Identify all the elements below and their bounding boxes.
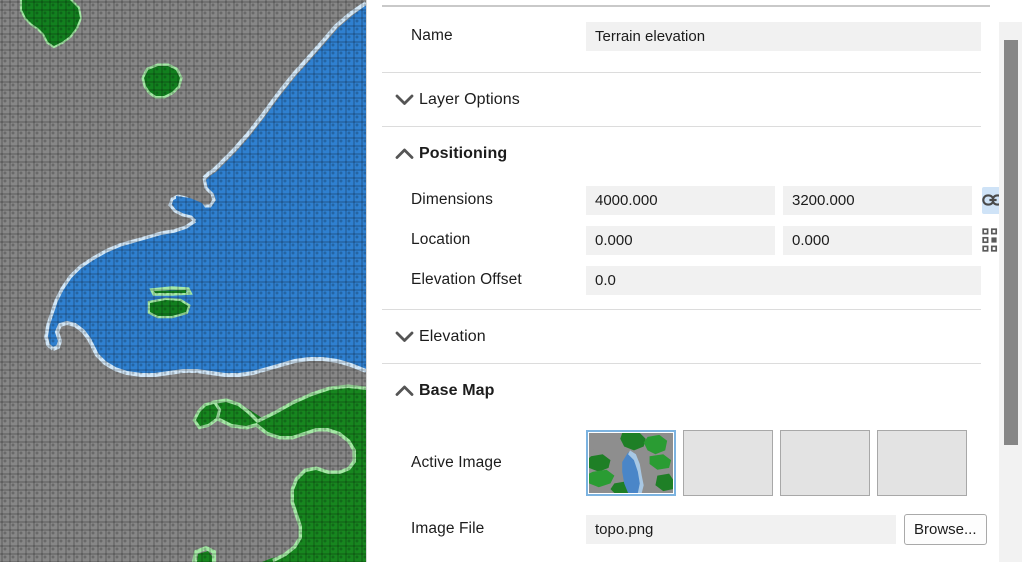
thumbnail-preview-topo: [589, 433, 673, 493]
image-file-row: Image File Browse...: [367, 509, 996, 549]
chevron-up-icon[interactable]: [389, 385, 419, 397]
active-image-label: Active Image: [411, 454, 586, 472]
active-image-row: Active Image: [367, 417, 996, 509]
dimensions-y-input[interactable]: [783, 186, 972, 215]
name-label: Name: [411, 27, 586, 45]
dimensions-label: Dimensions: [411, 191, 586, 209]
section-elevation[interactable]: Elevation: [367, 310, 996, 363]
name-row: Name: [367, 16, 996, 56]
elevation-offset-label: Elevation Offset: [411, 271, 586, 289]
map-terrain-graphic: [0, 0, 366, 562]
active-image-thumbnail-list: [586, 430, 974, 496]
properties-panel: Name Layer Options: [366, 0, 1030, 562]
section-base-map-title: Base Map: [419, 382, 495, 400]
image-file-input[interactable]: [586, 515, 896, 544]
chevron-down-icon[interactable]: [389, 94, 419, 106]
panel-top-rule: [382, 5, 990, 7]
dimensions-row: Dimensions: [367, 180, 996, 220]
location-row: Location: [367, 220, 996, 260]
section-layer-options-title: Layer Options: [419, 91, 520, 109]
map-canvas[interactable]: [0, 0, 366, 562]
browse-button[interactable]: Browse...: [904, 514, 987, 545]
vertical-scrollbar-thumb[interactable]: [1004, 40, 1018, 445]
location-x-input[interactable]: [586, 226, 775, 255]
properties-panel-content: Name Layer Options: [367, 0, 996, 562]
section-positioning[interactable]: Positioning: [367, 127, 996, 180]
elevation-offset-input[interactable]: [586, 266, 981, 295]
section-layer-options[interactable]: Layer Options: [367, 73, 996, 126]
section-elevation-title: Elevation: [419, 328, 486, 346]
dimensions-x-input[interactable]: [586, 186, 775, 215]
layer-properties-window: Name Layer Options: [0, 0, 1030, 562]
terrain-basemap-viewport[interactable]: [0, 0, 366, 562]
active-image-thumbnail-0[interactable]: [586, 430, 676, 496]
active-image-thumbnail-3[interactable]: [877, 430, 967, 496]
location-y-input[interactable]: [783, 226, 972, 255]
section-positioning-title: Positioning: [419, 145, 507, 163]
image-file-label: Image File: [411, 520, 586, 538]
chevron-down-icon[interactable]: [389, 331, 419, 343]
elevation-offset-row: Elevation Offset: [367, 260, 996, 300]
section-base-map[interactable]: Base Map: [367, 364, 996, 417]
active-image-thumbnail-1[interactable]: [683, 430, 773, 496]
name-input[interactable]: [586, 22, 981, 51]
active-image-thumbnail-2[interactable]: [780, 430, 870, 496]
chevron-up-icon[interactable]: [389, 148, 419, 160]
location-label: Location: [411, 231, 586, 249]
